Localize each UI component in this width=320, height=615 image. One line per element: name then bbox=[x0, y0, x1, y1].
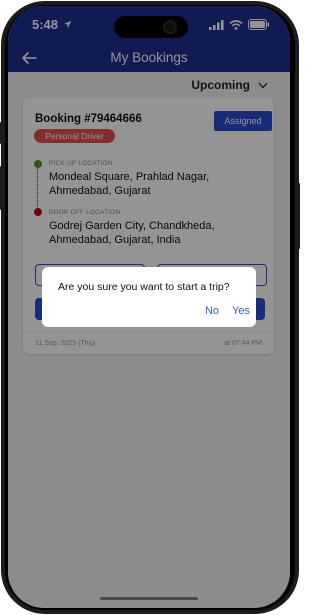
no-button[interactable]: No bbox=[205, 305, 219, 317]
yes-button[interactable]: Yes bbox=[232, 305, 250, 317]
app-screen: 5:48 My Bookings Upcoming Booking #79464… bbox=[8, 6, 290, 608]
confirm-dialog: Are you sure you want to start a trip? N… bbox=[42, 267, 256, 327]
dialog-message: Are you sure you want to start a trip? bbox=[58, 281, 230, 293]
home-indicator bbox=[100, 597, 198, 600]
